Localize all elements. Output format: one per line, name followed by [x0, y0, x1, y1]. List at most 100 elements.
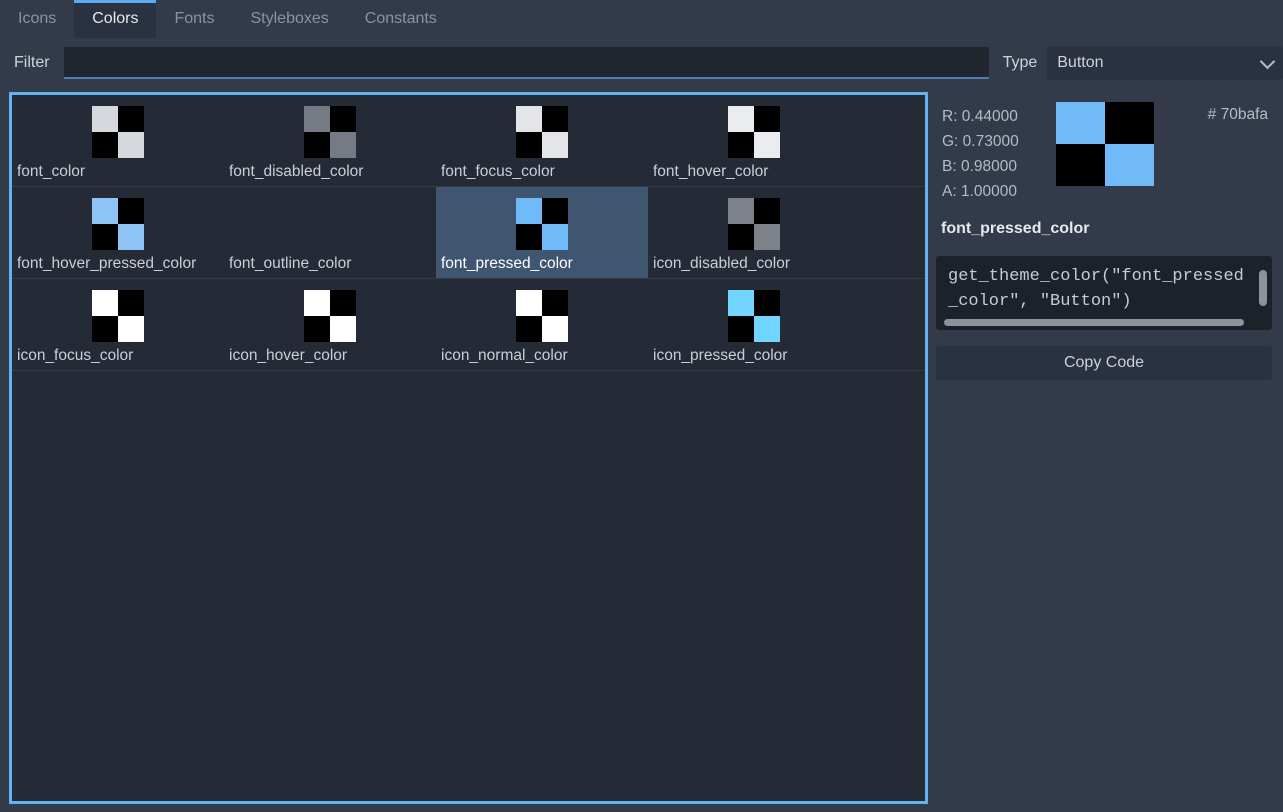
tab-fonts-label: Fonts [174, 10, 215, 27]
swatch-cell-3 [542, 316, 568, 342]
tab-styleboxes[interactable]: Styleboxes [233, 0, 347, 38]
swatch-cell-2 [516, 224, 542, 250]
color-item-icon-normal-color[interactable]: icon_normal_color [436, 279, 648, 370]
color-swatch-icon [516, 198, 568, 250]
color-item-font-disabled-color[interactable]: font_disabled_color [224, 95, 436, 186]
color-item-label: icon_hover_color [229, 347, 348, 364]
color-swatch-icon [728, 198, 780, 250]
color-item-font-pressed-color[interactable]: font_pressed_color [436, 187, 648, 278]
swatch-cell-1 [542, 106, 568, 132]
swatch-cell-0 [516, 198, 542, 224]
copy-code-button[interactable]: Copy Code [936, 346, 1272, 380]
swatch-cell-1 [542, 198, 568, 224]
swatch-cell-0 [304, 290, 330, 316]
color-swatch-icon [92, 106, 144, 158]
swatch-cell-3 [118, 224, 144, 250]
swatch-cell-2 [516, 132, 542, 158]
swatch-cell-3 [754, 132, 780, 158]
vertical-scrollbar[interactable] [1259, 270, 1267, 306]
search-input[interactable] [63, 47, 989, 79]
color-item-label: font_focus_color [441, 163, 555, 180]
color-item-icon-focus-color[interactable]: icon_focus_color [12, 279, 224, 370]
tab-constants[interactable]: Constants [347, 0, 455, 38]
swatch-cell-1 [118, 290, 144, 316]
swatch-cell-3 [542, 132, 568, 158]
color-grid-row: font_hover_pressed_color font_outline_col… [12, 187, 925, 279]
swatch-cell-0 [516, 290, 542, 316]
swatch-cell-2 [304, 316, 330, 342]
tab-icons[interactable]: Icons [0, 0, 74, 38]
filter-label: Filter [14, 54, 50, 71]
type-dropdown[interactable]: Button [1047, 46, 1283, 80]
swatch-cell-0 [92, 106, 118, 132]
copy-code-label: Copy Code [1063, 354, 1145, 371]
hex-value: # 70bafa [1207, 106, 1268, 123]
value-g: G: 0.73000 [942, 133, 1019, 150]
swatch-cell-2 [516, 316, 542, 342]
tab-colors[interactable]: Colors [74, 0, 157, 38]
color-info: R: 0.44000 G: 0.73000 B: 0.98000 A: 1.00… [936, 92, 1272, 202]
color-item-font-color[interactable]: font_color [12, 95, 224, 186]
color-swatch-icon [516, 290, 568, 342]
swatch-cell-1 [542, 290, 568, 316]
detail-panel: R: 0.44000 G: 0.73000 B: 0.98000 A: 1.00… [936, 92, 1272, 804]
color-item-icon-pressed-color[interactable]: icon_pressed_color [648, 279, 860, 370]
color-item-label: font_color [17, 163, 86, 180]
color-grid-row: icon_focus_color icon_hover_color icon_nor… [12, 279, 925, 371]
color-grid: font_color font_disabled_color font_focus_… [12, 95, 925, 371]
property-name: font_pressed_color [941, 220, 1090, 237]
swatch-cell-0 [92, 198, 118, 224]
color-item-font-outline-color[interactable]: font_outline_color [224, 187, 436, 278]
swatch-cell-1 [754, 198, 780, 224]
swatch-cell-2 [304, 132, 330, 158]
value-b: B: 0.98000 [942, 158, 1017, 175]
value-a: A: 1.00000 [942, 183, 1017, 200]
color-swatch-icon [92, 290, 144, 342]
tab-fonts[interactable]: Fonts [156, 0, 232, 38]
color-grid-panel[interactable]: font_color font_disabled_color font_focus_… [9, 92, 928, 804]
swatch-cell-tl [1056, 102, 1105, 144]
color-grid-row: font_color font_disabled_color font_focus_… [12, 95, 925, 187]
tab-styleboxes-label: Styleboxes [250, 10, 329, 27]
swatch-cell-2 [92, 316, 118, 342]
tab-constants-label: Constants [364, 10, 437, 27]
swatch-cell-3 [118, 316, 144, 342]
swatch-cell-bl [1056, 144, 1105, 186]
horizontal-scrollbar[interactable] [944, 319, 1244, 326]
swatch-cell-3 [330, 316, 356, 342]
swatch-cell-3 [754, 224, 780, 250]
color-swatch-icon [304, 106, 356, 158]
code-preview[interactable]: get_theme_color("font_pressed_color", "B… [936, 256, 1272, 330]
swatch-cell-2 [728, 132, 754, 158]
color-item-font-hover-color[interactable]: font_hover_color [648, 95, 860, 186]
color-item-font-hover-pressed-color[interactable]: font_hover_pressed_color [12, 187, 224, 278]
tab-colors-label: Colors [92, 10, 139, 27]
color-item-label: font_hover_pressed_color [17, 255, 197, 272]
color-swatch-icon [516, 106, 568, 158]
color-swatch-icon [304, 198, 356, 250]
swatch-cell-2 [92, 132, 118, 158]
color-swatch-icon [304, 290, 356, 342]
color-item-label: font_hover_color [653, 163, 769, 180]
value-r: R: 0.44000 [942, 108, 1018, 125]
swatch-cell-1 [754, 106, 780, 132]
swatch-cell-tr [1105, 102, 1154, 144]
color-item-icon-hover-color[interactable]: icon_hover_color [224, 279, 436, 370]
swatch-cell-1 [118, 198, 144, 224]
tab-bar: Icons Colors Fonts Styleboxes Constants [0, 0, 1283, 38]
color-item-label: font_disabled_color [229, 163, 364, 180]
swatch-cell-2 [92, 224, 118, 250]
rgba-values: R: 0.44000 G: 0.73000 B: 0.98000 A: 1.00… [936, 104, 1019, 204]
color-item-font-focus-color[interactable]: font_focus_color [436, 95, 648, 186]
type-dropdown-value: Button [1057, 54, 1104, 71]
swatch-cell-3 [542, 224, 568, 250]
selected-color-swatch [1056, 102, 1154, 186]
swatch-cell-0 [728, 198, 754, 224]
swatch-cell-1 [330, 290, 356, 316]
color-item-label: icon_disabled_color [653, 255, 791, 272]
color-item-icon-disabled-color[interactable]: icon_disabled_color [648, 187, 860, 278]
chevron-down-icon [1259, 53, 1276, 70]
color-swatch-icon [728, 290, 780, 342]
filter-row: Filter Type Button [0, 38, 1283, 88]
swatch-cell-br [1105, 144, 1154, 186]
